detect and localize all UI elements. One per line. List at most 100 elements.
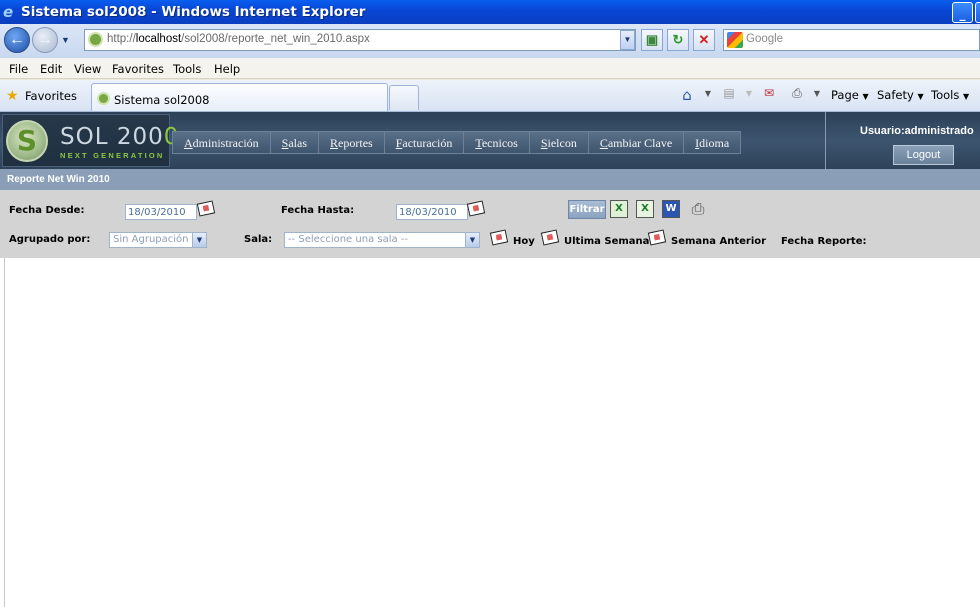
window-title-bar: e Sistema sol2008 - Windows Internet Exp… xyxy=(0,0,980,24)
safety-menu-label: Safety xyxy=(877,88,914,102)
safety-chevron-down-icon: ▼ xyxy=(917,92,924,101)
print-report-icon[interactable]: ⎙ xyxy=(687,199,709,219)
fecha-desde-calendar-icon[interactable]: ▦ xyxy=(196,200,216,217)
back-button[interactable]: ← xyxy=(4,27,30,53)
ie-logo-icon: e xyxy=(3,3,14,21)
google-search-icon xyxy=(727,32,743,48)
favorites-button[interactable]: Favorites xyxy=(25,89,77,103)
site-favicon-icon xyxy=(88,32,103,47)
url-prefix: http:// xyxy=(107,33,136,45)
main-nav: Administración Salas Reportes Facturació… xyxy=(172,131,742,154)
export-word-icon[interactable]: W xyxy=(662,200,680,218)
compatibility-view-icon[interactable]: ▣ xyxy=(641,29,663,51)
logo-brand: SOL 2000 xyxy=(60,124,179,150)
agrupado-label: Agrupado por: xyxy=(9,234,91,245)
ultima-semana-calendar-icon[interactable]: ▦ xyxy=(540,229,560,246)
agrupado-select[interactable]: Sin Agrupación ▼ xyxy=(109,232,207,248)
tab-favicon-icon xyxy=(97,92,110,105)
nav-administracion[interactable]: Administración xyxy=(173,132,271,153)
safety-menu-button[interactable]: Safety ▼ xyxy=(877,88,924,102)
address-toolbar: ← → ▼ http://localhost/sol2008/reporte_n… xyxy=(0,24,980,58)
export-excel-data-icon[interactable]: X xyxy=(636,200,654,218)
username-label: Usuario:administrado xyxy=(860,125,974,137)
fecha-desde-label: Fecha Desde: xyxy=(9,205,85,216)
tools-chevron-down-icon: ▼ xyxy=(963,92,970,101)
url-input[interactable]: http://localhost/sol2008/reporte_net_win… xyxy=(84,29,636,51)
menu-favorites[interactable]: Favorites xyxy=(112,62,164,76)
filtrar-button[interactable]: Filtrar xyxy=(568,200,606,219)
maximize-button[interactable] xyxy=(975,2,980,23)
ultima-semana-link[interactable]: Ultima Semana xyxy=(564,236,649,247)
app-header: S SOL 2000 NEXT GENERATION Administració… xyxy=(0,112,980,169)
menu-tools[interactable]: Tools xyxy=(173,62,201,76)
tools-menu-label: Tools xyxy=(931,88,960,102)
url-host: localhost xyxy=(135,33,182,45)
sala-label: Sala: xyxy=(244,234,273,245)
window-title: Sistema sol2008 - Windows Internet Explo… xyxy=(21,4,366,20)
menu-edit[interactable]: Edit xyxy=(40,62,62,76)
sala-selected-value: -- Seleccione una sala -- xyxy=(288,234,409,245)
home-dropdown-icon[interactable]: ▼ xyxy=(699,89,717,106)
nav-salas[interactable]: Salas xyxy=(271,132,320,153)
stop-icon[interactable]: ✕ xyxy=(693,29,715,51)
url-path: /sol2008/reporte_net_win_2010.aspx xyxy=(181,33,370,45)
refresh-icon[interactable]: ↻ xyxy=(667,29,689,51)
filter-panel: Fecha Desde: 18/03/2010 ▦ Fecha Hasta: 1… xyxy=(0,190,980,258)
agrupado-selected-value: Sin Agrupación xyxy=(113,234,189,245)
favorites-bar: ★ Favorites Sistema sol2008 ⌂ ▼ ▤ ▼ ✉ ⎙ … xyxy=(0,80,980,112)
menu-file[interactable]: File xyxy=(9,62,28,76)
sala-dropdown-icon: ▼ xyxy=(465,233,479,247)
nav-tecnicos[interactable]: Tecnicos xyxy=(464,132,530,153)
mail-icon[interactable]: ✉ xyxy=(760,86,778,103)
menu-bar: File Edit View Favorites Tools Help xyxy=(0,58,980,79)
nav-cambiar-clave[interactable]: Cambiar Clave xyxy=(589,132,685,153)
page-menu-button[interactable]: Page ▼ xyxy=(831,88,869,102)
print-dropdown-icon[interactable]: ▼ xyxy=(808,89,826,106)
sala-select[interactable]: -- Seleccione una sala -- ▼ xyxy=(284,232,480,248)
logo-brand-text: SOL 200 xyxy=(60,124,164,150)
tools-menu-button[interactable]: Tools ▼ xyxy=(931,88,969,102)
nav-reportes[interactable]: Reportes xyxy=(319,132,385,153)
minimize-button[interactable]: _ xyxy=(952,2,973,23)
hoy-calendar-icon[interactable]: ▦ xyxy=(489,229,509,246)
tab-label: Sistema sol2008 xyxy=(114,93,210,107)
sol2000-logo: S SOL 2000 NEXT GENERATION xyxy=(2,114,178,167)
feeds-icon[interactable]: ▤ xyxy=(720,86,738,103)
forward-button[interactable]: → xyxy=(32,27,58,53)
fecha-desde-input[interactable]: 18/03/2010 xyxy=(125,204,197,220)
search-input[interactable]: Google xyxy=(723,29,980,51)
page-chevron-down-icon: ▼ xyxy=(862,92,869,101)
report-content-area xyxy=(4,258,980,607)
fecha-reporte-label: Fecha Reporte: xyxy=(781,236,867,247)
hoy-link[interactable]: Hoy xyxy=(513,236,535,247)
home-icon[interactable]: ⌂ xyxy=(678,86,696,104)
feeds-dropdown-icon[interactable]: ▼ xyxy=(740,89,758,106)
semana-anterior-calendar-icon[interactable]: ▦ xyxy=(647,229,667,246)
nav-idioma[interactable]: Idioma xyxy=(684,132,740,153)
user-panel: Usuario:administrado Logout xyxy=(825,112,980,169)
fecha-hasta-input[interactable]: 18/03/2010 xyxy=(396,204,468,220)
web-page: S SOL 2000 NEXT GENERATION Administració… xyxy=(0,112,980,607)
nav-sielcon[interactable]: Sielcon xyxy=(530,132,589,153)
tab-sistema-sol2008[interactable]: Sistema sol2008 xyxy=(91,83,388,111)
favorites-star-icon[interactable]: ★ xyxy=(6,88,19,104)
logo-emblem-icon: S xyxy=(6,120,48,162)
page-title-bar: Reporte Net Win 2010 xyxy=(0,169,980,190)
nav-facturacion[interactable]: Facturación xyxy=(385,132,465,153)
url-dropdown-icon[interactable]: ▼ xyxy=(620,30,635,50)
logo-tagline: NEXT GENERATION xyxy=(60,151,165,160)
semana-anterior-link[interactable]: Semana Anterior xyxy=(671,236,766,247)
menu-help[interactable]: Help xyxy=(214,62,240,76)
search-placeholder: Google xyxy=(746,33,784,45)
agrupado-dropdown-icon: ▼ xyxy=(192,233,206,247)
page-menu-label: Page xyxy=(831,88,859,102)
new-tab-button[interactable] xyxy=(389,85,419,110)
logout-button[interactable]: Logout xyxy=(893,145,954,165)
fecha-hasta-label: Fecha Hasta: xyxy=(281,205,355,216)
history-dropdown-icon[interactable]: ▼ xyxy=(61,35,70,45)
export-excel-icon[interactable]: X xyxy=(610,200,628,218)
page-title: Reporte Net Win 2010 xyxy=(7,174,110,185)
fecha-hasta-calendar-icon[interactable]: ▦ xyxy=(466,200,486,217)
menu-view[interactable]: View xyxy=(74,62,101,76)
print-icon[interactable]: ⎙ xyxy=(788,86,806,103)
